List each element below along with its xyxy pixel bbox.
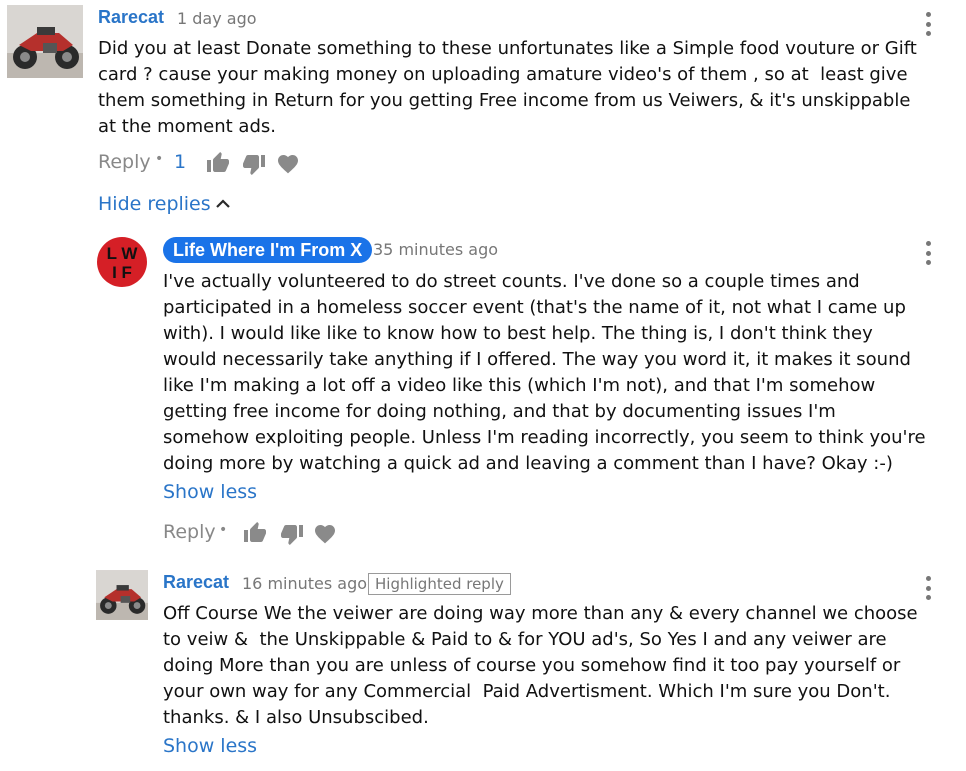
reply2-line: thanks. & I also Unsubscibed. <box>163 707 429 728</box>
reply2-more-icon[interactable] <box>925 576 931 600</box>
motorcycle-avatar-image <box>7 5 83 78</box>
show-less-button[interactable]: Show less <box>163 735 257 757</box>
comment-line: card ? cause your making money on upload… <box>98 64 908 85</box>
thumbs-down-icon[interactable] <box>280 522 304 546</box>
comment-line: at the moment ads. <box>98 116 276 137</box>
highlighted-reply-badge: Highlighted reply <box>368 573 511 595</box>
reply-line: with). I would like like to know how to … <box>163 323 873 344</box>
heart-icon[interactable] <box>313 522 337 544</box>
thumbs-down-icon[interactable] <box>242 152 266 176</box>
avatar-rarecat[interactable] <box>7 5 83 78</box>
svg-text:L W: L W <box>107 244 139 263</box>
lwif-logo-icon: L W I F <box>97 237 147 287</box>
heart-icon[interactable] <box>276 152 300 174</box>
reply2-line: to veiw & the Unskippable & Paid to & fo… <box>163 629 887 650</box>
reply2-line: doing More than you are unless of course… <box>163 655 901 676</box>
comment-reply-button[interactable]: Reply <box>98 151 151 173</box>
hide-replies-button[interactable]: Hide replies <box>98 193 211 215</box>
reply-timestamp[interactable]: 35 minutes ago <box>373 240 498 259</box>
chevron-up-icon[interactable] <box>213 194 233 214</box>
thumbs-up-icon[interactable] <box>243 521 267 545</box>
reply-line: I've actually volunteered to do street c… <box>163 271 860 292</box>
show-less-button[interactable]: Show less <box>163 481 257 503</box>
reply-reply-button[interactable]: Reply <box>163 521 216 543</box>
comment-timestamp[interactable]: 1 day ago <box>177 9 257 28</box>
avatar-rarecat-reply[interactable] <box>96 570 148 620</box>
svg-text:I F: I F <box>112 263 132 282</box>
motorcycle-avatar-image <box>96 570 148 620</box>
comment-author[interactable]: Rarecat <box>98 7 164 28</box>
separator-dot: • <box>219 522 228 538</box>
avatar-lwif[interactable]: L W I F <box>96 236 148 288</box>
comment-more-icon[interactable] <box>925 12 931 36</box>
reply-body: I've actually volunteered to do street c… <box>163 269 926 477</box>
reply-line: like I'm making a lot off a video like t… <box>163 375 876 396</box>
thumbs-up-icon[interactable] <box>206 151 230 175</box>
separator-dot: • <box>155 151 164 167</box>
reply2-line: your own way for any Commercial Paid Adv… <box>163 681 891 702</box>
reply-line: somehow exploiting people. Unless I'm re… <box>163 427 926 448</box>
reply-line: getting free income for doing nothing, a… <box>163 401 836 422</box>
reply2-timestamp[interactable]: 16 minutes ago <box>242 574 367 593</box>
reply-author-chip[interactable]: Life Where I'm From X <box>163 237 373 263</box>
reply-more-icon[interactable] <box>925 241 931 265</box>
reply-line: would necessarily take anything if I off… <box>163 349 911 370</box>
like-count: 1 <box>174 151 187 173</box>
reply-line: doing more by watching a quick ad and le… <box>163 453 893 474</box>
reply2-body: Off Course We the veiwer are doing way m… <box>163 601 918 731</box>
reply-line: participated in a homeless soccer event … <box>163 297 906 318</box>
reply2-line: Off Course We the veiwer are doing way m… <box>163 603 918 624</box>
comment-line: them something in Return for you getting… <box>98 90 911 111</box>
comment-line: Did you at least Donate something to the… <box>98 38 917 59</box>
reply2-author[interactable]: Rarecat <box>163 572 229 593</box>
comment-body: Did you at least Donate something to the… <box>98 36 917 140</box>
